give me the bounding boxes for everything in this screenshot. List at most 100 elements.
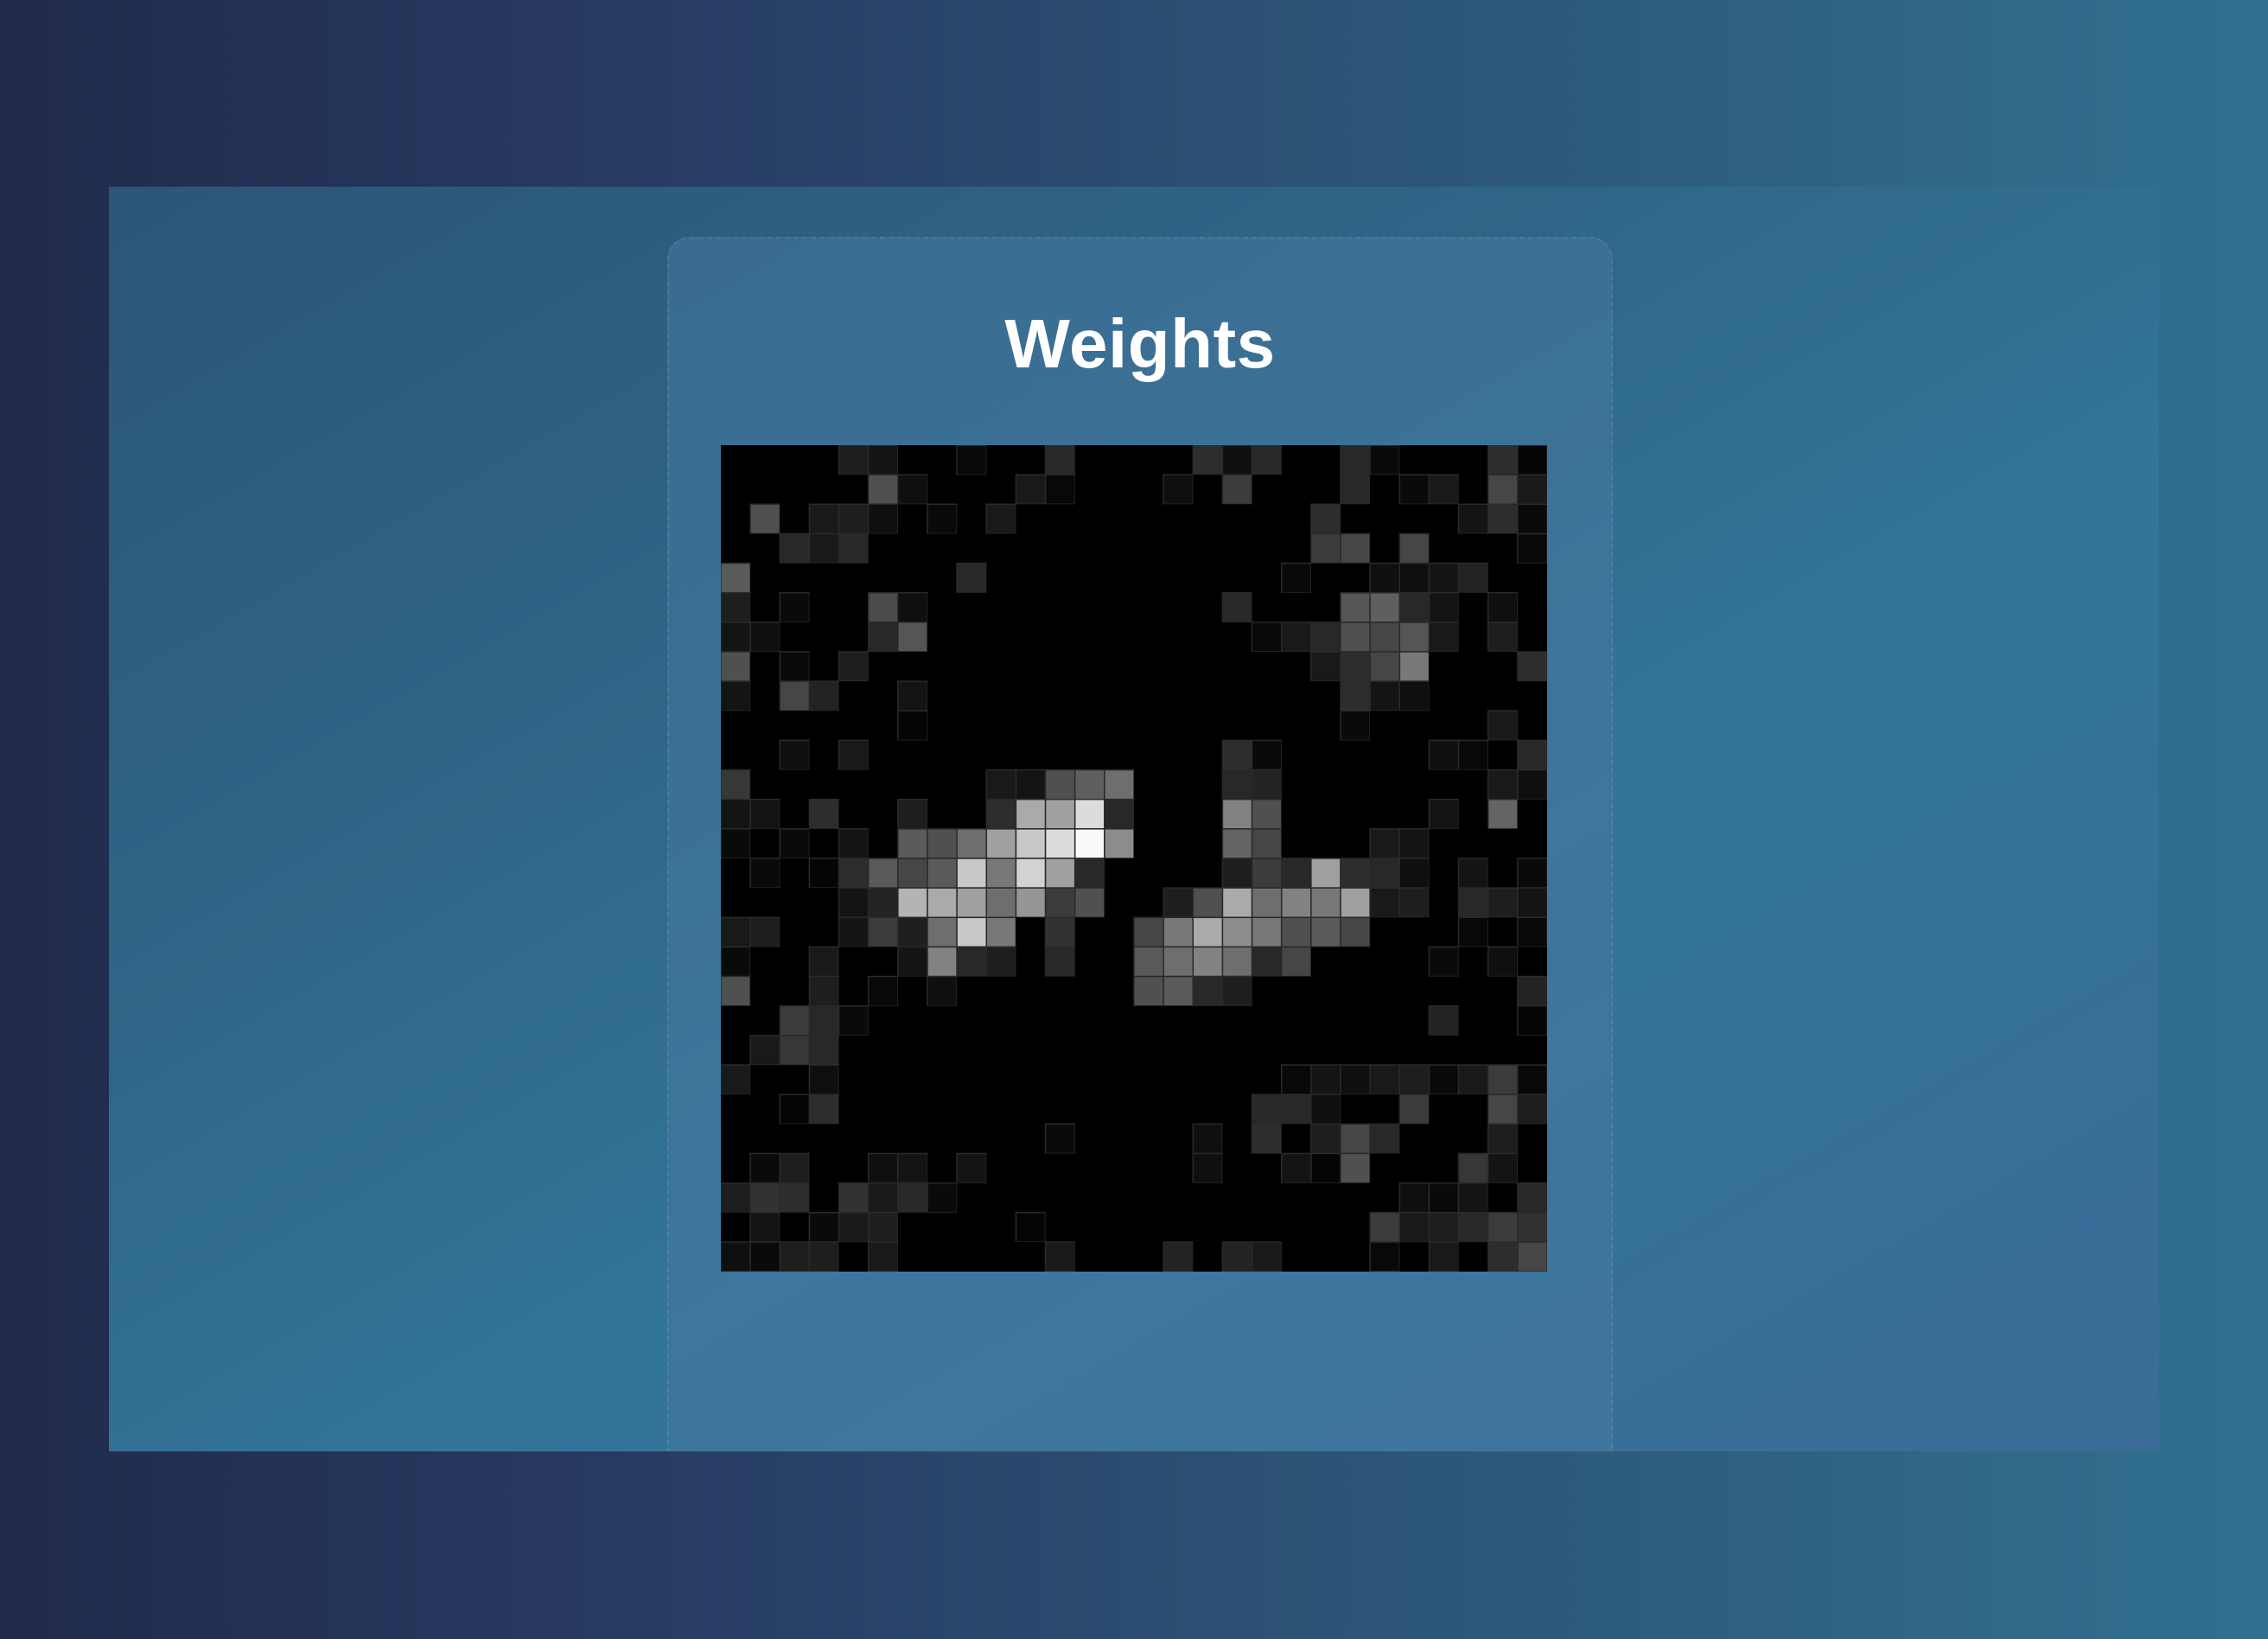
heatmap-cell [1192, 887, 1224, 919]
heatmap-cell [1016, 947, 1046, 977]
heatmap-cell [808, 946, 840, 978]
heatmap-cell [1517, 474, 1547, 506]
heatmap-cell [1016, 1153, 1046, 1183]
heatmap-cell [779, 739, 811, 771]
heatmap-cell [927, 592, 958, 622]
heatmap-cell [897, 504, 927, 534]
heatmap-cell [1044, 798, 1076, 830]
heatmap-cell [1488, 917, 1518, 947]
heatmap-cell [1281, 592, 1311, 622]
heatmap-cell [1458, 769, 1488, 800]
heatmap-cell [1517, 1153, 1547, 1183]
heatmap-cell [1488, 533, 1518, 564]
heatmap-cell [809, 622, 839, 652]
heatmap-cell [1457, 1064, 1489, 1095]
heatmap-cell [986, 711, 1016, 741]
heatmap-cell [1487, 946, 1519, 978]
heatmap-cell [1044, 946, 1076, 978]
heatmap-cell [1457, 887, 1489, 919]
heatmap-cell [749, 1152, 781, 1184]
heatmap-cell [1340, 680, 1371, 712]
heatmap-cell [721, 533, 751, 564]
heatmap-cell [1074, 652, 1105, 682]
heatmap-cell [868, 1035, 898, 1065]
heatmap-cell [956, 887, 988, 919]
heatmap-cell [1458, 947, 1488, 977]
heatmap-cell [1429, 976, 1459, 1006]
heatmap-cell [780, 1212, 810, 1242]
heatmap-cell [1488, 1183, 1518, 1213]
heatmap-cell [1517, 1182, 1547, 1214]
heatmap-cell [927, 622, 958, 652]
heatmap-cell [750, 445, 780, 475]
heatmap-cell [1310, 916, 1341, 948]
heatmap-cell [1310, 1241, 1341, 1272]
heatmap-cell [1044, 828, 1076, 859]
heatmap-cell [957, 1094, 987, 1125]
heatmap-cell [1045, 533, 1075, 564]
heatmap-cell [1369, 858, 1401, 889]
heatmap-cell [838, 947, 869, 977]
heatmap-cell [927, 711, 958, 741]
heatmap-cell [1281, 976, 1311, 1006]
heatmap-cell [1193, 711, 1223, 741]
heatmap-cell [780, 1124, 810, 1154]
heatmap-cell [897, 1065, 927, 1095]
heatmap-cell [1399, 1241, 1430, 1272]
heatmap-cell [809, 769, 839, 800]
heatmap-cell [1369, 680, 1401, 712]
heatmap-cell [1252, 1035, 1282, 1065]
heatmap-cell [927, 828, 958, 859]
heatmap-cell [1517, 947, 1547, 977]
heatmap-cell [1370, 1153, 1400, 1183]
heatmap-cell [1517, 651, 1547, 682]
heatmap-cell [868, 947, 898, 977]
heatmap-cell [1134, 711, 1164, 741]
heatmap-cell [1398, 622, 1430, 653]
heatmap-cell [986, 740, 1016, 770]
heatmap-cell [721, 916, 751, 948]
heatmap-cell [809, 1183, 839, 1213]
heatmap-cell [1134, 1212, 1164, 1242]
heatmap-cell [927, 681, 958, 711]
heatmap-cell [1045, 622, 1075, 652]
heatmap-cell [927, 740, 958, 770]
heatmap-cell [1222, 1035, 1252, 1065]
heatmap-cell [1193, 475, 1223, 505]
heatmap-cell [780, 563, 810, 593]
heatmap-cell [956, 946, 988, 978]
heatmap-cell [957, 592, 987, 622]
heatmap-cell [957, 1124, 987, 1154]
heatmap-cell [1016, 652, 1046, 682]
heatmap-cell [1134, 1065, 1164, 1095]
heatmap-cell [1074, 1035, 1105, 1065]
heatmap-cell [1341, 947, 1371, 977]
heatmap-cell [749, 858, 781, 889]
heatmap-cell [867, 445, 899, 475]
heatmap-cell [809, 828, 839, 858]
heatmap-cell [897, 445, 927, 475]
heatmap-cell [808, 680, 840, 712]
heatmap-cell [1341, 1183, 1371, 1213]
heatmap-cell [1428, 1004, 1460, 1036]
heatmap-cell [808, 1035, 840, 1066]
heatmap-cell [750, 828, 780, 858]
heatmap-cell [867, 858, 899, 889]
heatmap-cell [1341, 504, 1371, 534]
heatmap-cell [985, 503, 1017, 535]
heatmap-cell [1222, 1065, 1252, 1095]
heatmap-cell [1517, 858, 1547, 889]
heatmap-cell [1370, 976, 1400, 1006]
heatmap-cell [1429, 858, 1459, 889]
heatmap-cell [1104, 798, 1135, 830]
heatmap-cell [1163, 681, 1194, 711]
heatmap-cell [1399, 740, 1430, 770]
heatmap-cell [1370, 1183, 1400, 1213]
heatmap-cell [1488, 1035, 1518, 1065]
heatmap-cell [1163, 975, 1195, 1007]
heatmap-cell [1458, 622, 1488, 652]
heatmap-cell [1398, 1094, 1430, 1126]
heatmap-cell [1399, 947, 1430, 977]
heatmap-cell [897, 1124, 927, 1154]
heatmap-cell [956, 562, 988, 594]
